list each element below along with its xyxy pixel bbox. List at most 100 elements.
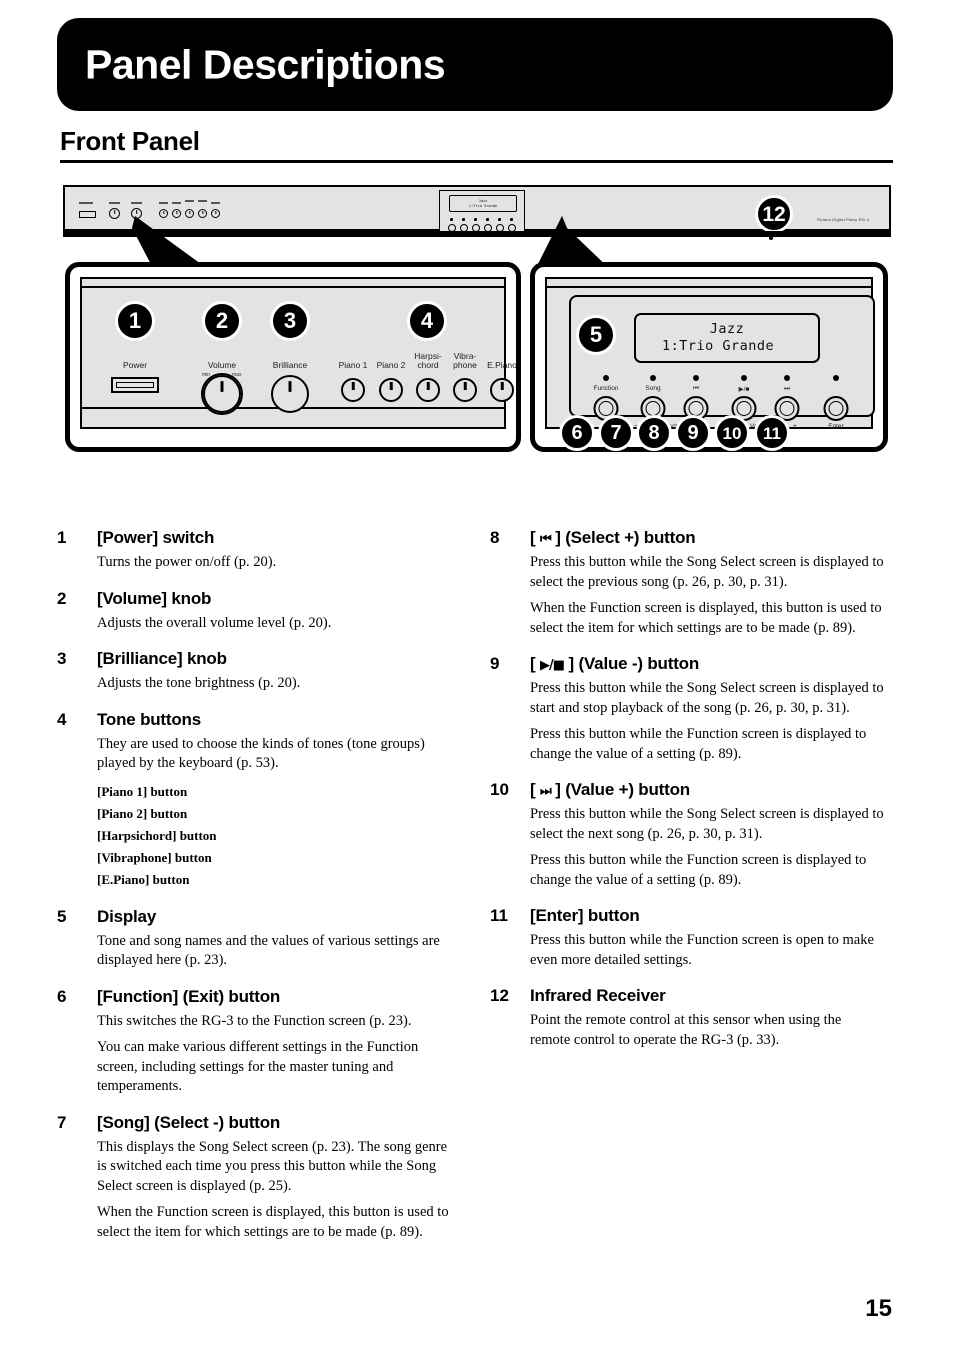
volume-knob-ring bbox=[201, 373, 243, 415]
section-heading: Front Panel bbox=[60, 126, 200, 156]
callout-badge-5: 5 bbox=[576, 315, 616, 355]
entry-number: 3 bbox=[57, 649, 67, 668]
description-entry: 3 [Brilliance] knob Adjusts the tone brigh… bbox=[57, 649, 451, 694]
overview-power-tick bbox=[79, 202, 93, 204]
callout-badge-11: 11 bbox=[754, 415, 790, 451]
overview-brilliance-knob bbox=[131, 208, 142, 219]
prev-track-icon: ⏮ bbox=[693, 385, 699, 392]
entry-title: [ ⏭ ] (Value +) button bbox=[530, 780, 690, 799]
entry-subitem: [Harpsichord] button bbox=[97, 827, 217, 843]
description-column-right: 8 [ ⏮ ] (Select +) button Press this butto… bbox=[490, 528, 884, 1066]
entry-paragraph: Press this button while the Song Select … bbox=[530, 680, 884, 716]
callout-badge-10: 10 bbox=[714, 415, 750, 451]
entry-subitem: [E.Piano] button bbox=[97, 871, 190, 887]
lcd-display: Jazz 1:Trio Grande bbox=[634, 313, 820, 363]
description-column-left: 1 [Power] switch Turns the power on/off (p… bbox=[57, 528, 451, 1258]
entry-title: [Enter] button bbox=[530, 906, 640, 925]
transport-icon: ▶/■ bbox=[539, 658, 565, 673]
entry-paragraph: When the Function screen is displayed, t… bbox=[530, 600, 882, 636]
right-panel-surface: Jazz 1:Trio Grande Function Exit Song − bbox=[545, 277, 875, 430]
entry-title: [Brilliance] knob bbox=[97, 649, 227, 668]
entry-paragraph: Turns the power on/off (p. 20). bbox=[97, 554, 277, 570]
next-track-icon: ⏭ bbox=[784, 385, 790, 392]
overview-tone-tick-4 bbox=[198, 200, 207, 202]
instrument-overview-strip: Jazz 1:Trio Grande 12 Roland Digital Pia… bbox=[63, 185, 891, 236]
entry-paragraph: Adjusts the tone brightness (p. 20). bbox=[97, 675, 301, 691]
overview-led-2 bbox=[462, 218, 465, 221]
panel-label-power: Power bbox=[122, 360, 148, 370]
overview-led-3 bbox=[474, 218, 477, 221]
callout-badge-1: 1 bbox=[115, 301, 155, 341]
right-detail-panel: Jazz 1:Trio Grande Function Exit Song − bbox=[530, 262, 888, 452]
entry-paragraph: Press this button while the Function scr… bbox=[530, 726, 867, 762]
overview-volume-tick bbox=[109, 202, 120, 204]
page-title: Panel Descriptions bbox=[85, 41, 446, 87]
entry-paragraph: Point the remote control at this sensor … bbox=[530, 1012, 842, 1048]
entry-title: [Volume] knob bbox=[97, 588, 212, 608]
button-enter[interactable] bbox=[823, 396, 849, 421]
entry-paragraph: When the Function screen is displayed, t… bbox=[97, 1204, 449, 1240]
overview-display-module: Jazz 1:Trio Grande bbox=[439, 190, 525, 236]
entry-paragraph: Adjusts the overall volume level (p. 20)… bbox=[97, 614, 332, 631]
brilliance-knob-graphic bbox=[271, 375, 309, 413]
panel-label-brilliance: Brilliance bbox=[272, 360, 308, 370]
overview-power-switch bbox=[79, 211, 96, 218]
tone-knob-harpsichord bbox=[416, 378, 440, 402]
overview-base-bar bbox=[63, 231, 891, 237]
entry-title: [Function] (Exit) button bbox=[97, 986, 281, 1006]
entry-number: 7 bbox=[57, 1112, 67, 1132]
entry-number: 4 bbox=[57, 709, 67, 729]
callout-badge-7: 7 bbox=[598, 415, 634, 451]
overview-tone-knob-vibraphone bbox=[198, 209, 207, 218]
callout-badge-12: 12 bbox=[755, 195, 793, 233]
entry-number: 1 bbox=[57, 528, 67, 547]
description-entry: 1 [Power] switch Turns the power on/off (p… bbox=[57, 528, 451, 573]
volume-knob-graphic bbox=[201, 373, 243, 415]
entry-paragraph: Press this button while the Song Select … bbox=[530, 554, 884, 590]
transport-icon: ⏭ bbox=[539, 784, 552, 799]
transport-icon: ⏮ bbox=[539, 532, 552, 547]
overview-tone-knob-piano2 bbox=[172, 209, 181, 218]
play-stop-icon: ▶/■ bbox=[738, 386, 750, 393]
power-switch-graphic bbox=[111, 377, 159, 393]
entry-number: 12 bbox=[490, 986, 509, 1005]
overview-tone-tick-5 bbox=[211, 202, 220, 204]
entry-paragraph: This displays the Song Select screen (p.… bbox=[97, 1138, 448, 1194]
left-detail-panel: 1 2 3 4 Power Volume min max Brilliance … bbox=[65, 262, 521, 452]
overview-tone-knob-piano1 bbox=[159, 209, 168, 218]
overview-led-4 bbox=[486, 218, 489, 221]
entry-subitem: [Piano 2] button bbox=[97, 805, 188, 821]
tone-knob-piano1 bbox=[341, 378, 365, 402]
entry-paragraph: Tone and song names and the values of va… bbox=[97, 932, 440, 969]
entry-paragraph: Press this button while the Function scr… bbox=[530, 852, 867, 888]
value-plus-label: + bbox=[793, 423, 797, 430]
overview-tone-knob-harpsichord bbox=[185, 209, 194, 218]
overview-tone-tick-3 bbox=[185, 200, 194, 202]
entry-number: 11 bbox=[490, 906, 508, 925]
entry-title: [Power] switch bbox=[97, 528, 215, 547]
entry-subitem: [Vibraphone] button bbox=[97, 849, 212, 865]
entry-paragraph: Press this button while the Song Select … bbox=[530, 806, 884, 842]
description-entry: 7 [Song] (Select -) button This displays t… bbox=[57, 1113, 451, 1243]
overview-volume-knob bbox=[109, 208, 120, 219]
entry-number: 10 bbox=[490, 780, 509, 799]
entry-number: 2 bbox=[57, 588, 67, 608]
led-function bbox=[603, 375, 609, 381]
callout-badge-8: 8 bbox=[636, 415, 672, 451]
entry-title: [ ▶/■ ] (Value -) button bbox=[530, 654, 700, 673]
callout-badge-6: 6 bbox=[559, 415, 595, 451]
overview-led-5 bbox=[498, 218, 501, 221]
callout-badge-4: 4 bbox=[407, 301, 447, 341]
left-panel-surface: 1 2 3 4 Power Volume min max Brilliance … bbox=[80, 277, 517, 429]
callout-badge-3: 3 bbox=[270, 301, 310, 341]
overview-lcd: Jazz 1:Trio Grande bbox=[449, 195, 517, 212]
description-entry: 6 [Function] (Exit) button This switches t… bbox=[57, 987, 451, 1097]
page-number: 15 bbox=[865, 1295, 892, 1322]
description-entry: 12 Infrared Receiver Point the remote cont… bbox=[490, 986, 884, 1050]
display-module-frame: Jazz 1:Trio Grande Function Exit Song − bbox=[569, 295, 875, 430]
entry-paragraph: This switches the RG-3 to the Function s… bbox=[97, 1012, 412, 1029]
overview-tone-tick-2 bbox=[172, 202, 181, 204]
entry-number: 6 bbox=[57, 986, 67, 1006]
infrared-receiver-dot bbox=[769, 236, 773, 240]
button-label-enter: Enter bbox=[828, 423, 844, 430]
